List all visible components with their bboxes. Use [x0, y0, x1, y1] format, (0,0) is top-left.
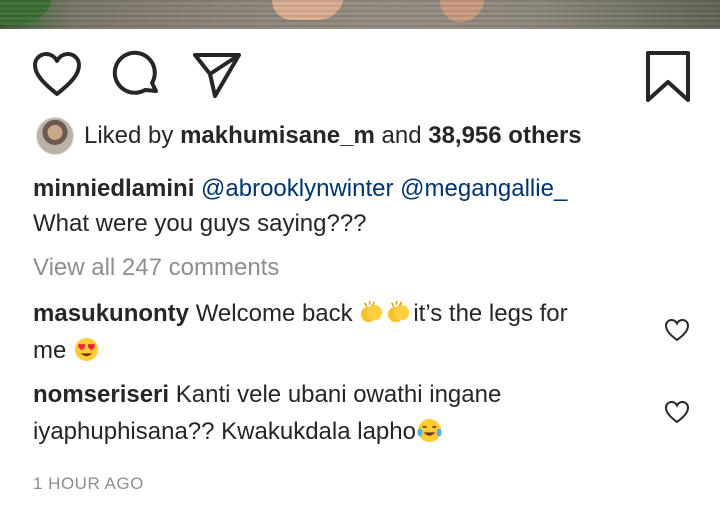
view-all-comments-link[interactable]: View all 247 comments	[33, 254, 279, 282]
liker-username[interactable]: makhumisane_m	[180, 122, 375, 149]
mention-link[interactable]: @megangallie_	[400, 175, 567, 202]
like-comment-heart-icon[interactable]	[664, 400, 690, 429]
post-caption: minniedlamini @abrooklynwinter @megangal…	[33, 171, 693, 241]
comment-username[interactable]: masukunonty	[33, 300, 189, 327]
caption-username[interactable]: minniedlamini	[33, 175, 194, 202]
heart-eyes-emoji-icon	[74, 337, 99, 362]
mention-link[interactable]: @abrooklynwinter	[201, 175, 393, 202]
tears-of-joy-emoji-icon	[417, 418, 442, 443]
comment-item: masukunonty Welcome back it’s the legs f…	[33, 300, 568, 364]
like-comment-heart-icon[interactable]	[664, 318, 690, 347]
comment-bubble-icon[interactable]	[112, 50, 162, 100]
likes-row[interactable]: Liked by makhumisane_m and 38,956 others	[36, 116, 582, 156]
clapping-hands-emoji-icon	[361, 300, 383, 323]
post-action-bar	[0, 50, 720, 110]
paper-plane-icon[interactable]	[192, 50, 242, 100]
likes-text[interactable]: Liked by makhumisane_m and 38,956 others	[84, 122, 582, 150]
comment-item: nomseriseri Kanti vele ubani owathi inga…	[33, 381, 502, 445]
caption-text: What were you guys saying???	[33, 210, 367, 237]
clapping-hands-emoji-icon	[388, 300, 410, 323]
heart-outline-icon[interactable]	[32, 50, 82, 100]
comment-username[interactable]: nomseriseri	[33, 381, 169, 408]
post-photo[interactable]	[0, 0, 720, 29]
liker-avatar[interactable]	[36, 117, 74, 155]
post-timestamp: 1 HOUR AGO	[33, 474, 144, 493]
likes-count[interactable]: 38,956 others	[428, 122, 581, 149]
bookmark-icon[interactable]	[644, 50, 692, 104]
